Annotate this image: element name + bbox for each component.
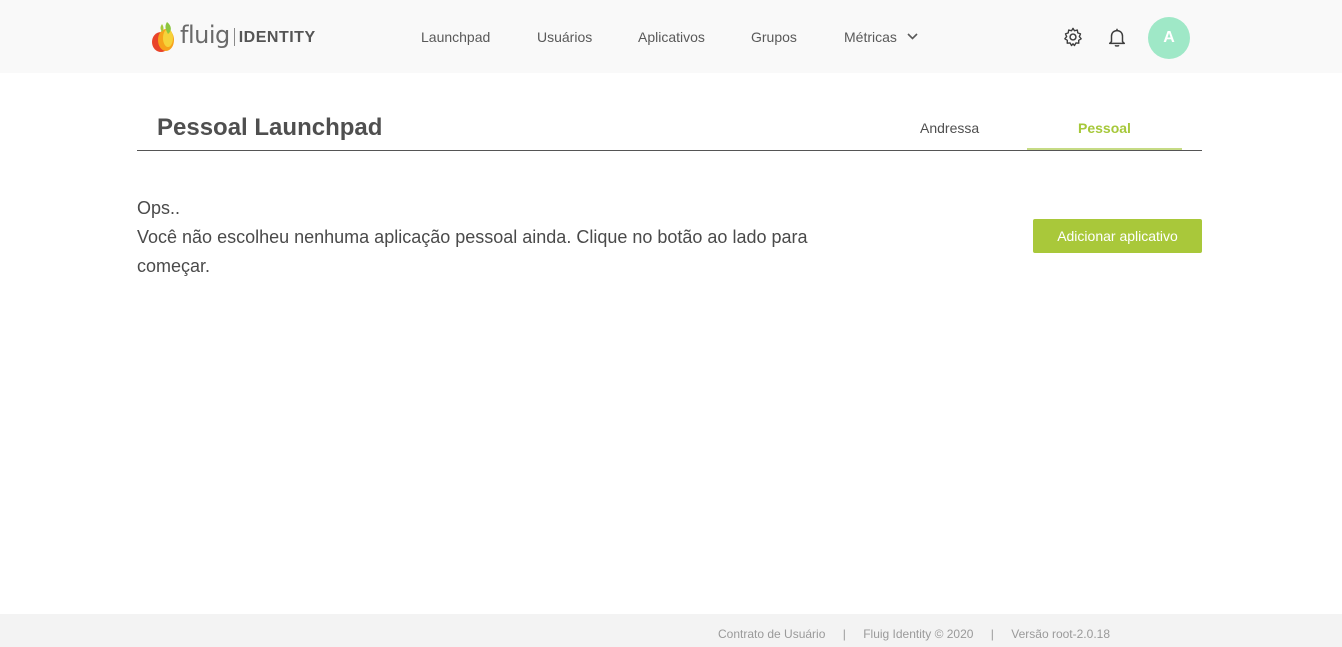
nav-item-metricas[interactable]: Métricas [844,28,918,46]
brand-word: fluig [180,21,230,49]
brand-product: IDENTITY [238,28,316,46]
nav-item-launchpad[interactable]: Launchpad [421,28,490,46]
nav-item-grupos[interactable]: Grupos [751,28,797,46]
user-avatar[interactable]: A [1148,17,1190,59]
user-contract-link[interactable]: Contrato de Usuário [718,627,825,641]
tab-andressa[interactable]: Andressa [920,120,979,136]
launchpad-header: Pessoal Launchpad Andressa Pessoal [137,104,1202,151]
fluig-identity-logo[interactable]: fluig IDENTITY [150,18,316,54]
bell-icon[interactable] [1106,26,1128,48]
footer-separator: | [842,627,846,641]
nav-item-metricas-label: Métricas [844,29,897,45]
version-text: Versão root-2.0.18 [1011,627,1110,641]
page-title: Pessoal Launchpad [157,114,383,141]
nav-item-aplicativos[interactable]: Aplicativos [638,28,705,46]
empty-state-description: Você não escolheu nenhuma aplicação pess… [137,227,808,276]
footer: Contrato de Usuário | Fluig Identity © 2… [0,614,1342,647]
footer-links: Contrato de Usuário | Fluig Identity © 2… [718,627,1110,641]
add-app-button[interactable]: Adicionar aplicativo [1033,219,1202,253]
tab-pessoal[interactable]: Pessoal [1078,120,1131,136]
fluig-flame-logo-icon [152,22,174,52]
nav-item-usuarios[interactable]: Usuários [537,28,592,46]
copyright-text: Fluig Identity © 2020 [863,627,974,641]
empty-state-title: Ops.. [137,198,181,218]
logo-divider [233,28,235,46]
chevron-down-icon [907,33,918,40]
footer-separator: | [990,627,994,641]
top-navbar: fluig IDENTITY Launchpad Usuários Aplica… [0,0,1342,73]
gear-icon[interactable] [1062,26,1084,48]
empty-state-message: Ops.. Você não escolheu nenhuma aplicaçã… [137,194,857,281]
active-tab-indicator [1027,148,1182,150]
